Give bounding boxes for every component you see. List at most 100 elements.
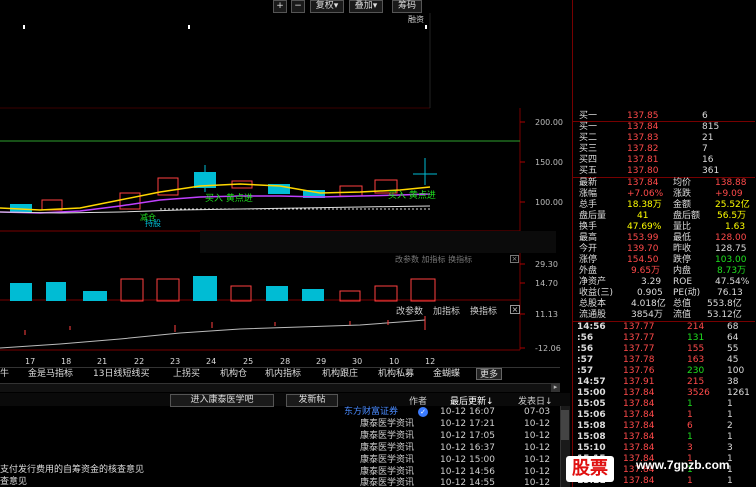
tick-count: 64 bbox=[727, 333, 739, 343]
watermark-logo: 股票 bbox=[566, 456, 614, 482]
order-vol: 815 bbox=[702, 122, 720, 132]
tab-indicator[interactable]: 机构私募 bbox=[378, 368, 414, 380]
news-updated: 10-12 15:00 bbox=[440, 455, 495, 465]
tick-price: 137.77 bbox=[623, 344, 655, 354]
quote-label: 总股本 bbox=[579, 299, 607, 309]
change-indicator-button[interactable]: 换指标 bbox=[470, 304, 497, 317]
order-price: 137.84 bbox=[627, 122, 659, 132]
quote-value: +9.09 bbox=[715, 189, 743, 199]
tick-count: 3 bbox=[727, 443, 733, 453]
quote-label: 外盘 bbox=[579, 266, 598, 276]
tab-indicator[interactable]: 机构仓 bbox=[220, 368, 247, 380]
quote-label: 净资产 bbox=[579, 277, 607, 287]
order-price: 137.81 bbox=[627, 155, 659, 165]
quote-label: 均价 bbox=[673, 178, 692, 188]
tick-count: 55 bbox=[727, 344, 739, 354]
tick-row: :57 137.76 230 100 bbox=[577, 366, 754, 377]
quote-label: PE(动) bbox=[673, 288, 701, 298]
scroll-right-icon[interactable]: ▸ bbox=[551, 383, 560, 392]
tick-count: 45 bbox=[727, 355, 739, 365]
date-label: 29 bbox=[316, 357, 327, 366]
quote-row: 外盘 9.65万 内盘 8.73万 bbox=[577, 266, 754, 277]
news-posted: 10-12 bbox=[524, 478, 551, 487]
news-author: 康泰医学资讯 bbox=[360, 419, 415, 429]
tab-indicator[interactable]: 上拐买 bbox=[173, 368, 200, 380]
order-vol: 361 bbox=[702, 166, 720, 176]
news-row[interactable]: 康泰医学资讯 10-12 17:21 10-12 bbox=[330, 418, 560, 430]
quote-value: 553.8亿 bbox=[707, 299, 742, 309]
news-row[interactable]: 东方财富证券 ✓ 10-12 16:07 07-03 bbox=[330, 406, 560, 418]
news-row[interactable]: 康泰医学资讯 10-12 14:55 10-12 bbox=[330, 477, 560, 487]
tab-more[interactable]: 更多 bbox=[476, 368, 503, 380]
quote-label: 总值 bbox=[673, 299, 692, 309]
hold-signal-label: 持股 bbox=[145, 219, 161, 228]
quote-row: 涨停 154.50 跌停 103.00 bbox=[577, 255, 754, 266]
add-indicator-button[interactable]: 加指标 bbox=[433, 304, 460, 317]
tick-count: 100 bbox=[727, 366, 745, 376]
tick-row: 15:05 137.84 1 1 bbox=[577, 399, 754, 410]
watermark-url: www.7gpzb.com bbox=[636, 458, 730, 472]
tick-volume: 214 bbox=[687, 322, 705, 332]
panel-close-icon[interactable]: × bbox=[510, 255, 519, 263]
enter-forum-button[interactable]: 进入康泰医学吧 bbox=[170, 394, 274, 407]
quote-value: 76.13 bbox=[717, 288, 743, 298]
news-author: 康泰医学资讯 bbox=[360, 478, 415, 487]
quote-row: 总股本 4.018亿 总值 553.8亿 bbox=[577, 299, 754, 310]
tick-time: 15:08 bbox=[577, 432, 606, 442]
tab-indicator[interactable]: 机构跟庄 bbox=[322, 368, 358, 380]
tick-price: 137.78 bbox=[623, 355, 655, 365]
date-label: 18 bbox=[61, 357, 72, 366]
quote-label: 总手 bbox=[579, 200, 598, 210]
order-row: 买四 137.81 16 bbox=[577, 155, 754, 166]
quote-value: 128.75 bbox=[715, 244, 747, 254]
tick-price: 137.84 bbox=[623, 443, 655, 453]
tab-indicator[interactable]: 13日线短线买 bbox=[93, 368, 149, 380]
modify-params-button[interactable]: 改参数 bbox=[396, 304, 423, 317]
tick-count: 2 bbox=[727, 421, 733, 431]
quote-value: 139.70 bbox=[627, 244, 659, 254]
quote-value: 47.54% bbox=[715, 277, 750, 287]
quote-row: 总手 18.38万 金额 25.52亿 bbox=[577, 200, 754, 211]
quote-row: 涨幅 +7.06% 涨跌 +9.09 bbox=[577, 189, 754, 200]
tick-time: 15:05 bbox=[577, 399, 606, 409]
quote-label: 收益(三) bbox=[579, 288, 614, 298]
date-label: 25 bbox=[243, 357, 254, 366]
news-updated: 10-12 16:07 bbox=[440, 407, 495, 417]
news-author: 东方财富证券 bbox=[344, 407, 399, 417]
quote-value: 0.905 bbox=[637, 288, 663, 298]
quote-label: ROE bbox=[673, 277, 693, 287]
news-posted: 10-12 bbox=[524, 443, 551, 453]
news-row[interactable]: 康泰医学资讯 10-12 15:00 10-12 bbox=[330, 454, 560, 466]
close-icon[interactable]: × bbox=[510, 305, 520, 314]
quote-label: 金额 bbox=[673, 200, 692, 210]
quote-label: 涨跌 bbox=[673, 189, 692, 199]
price-axis-label: 100.00 bbox=[535, 198, 563, 207]
quote-value: 9.65万 bbox=[631, 266, 661, 276]
tick-row: 15:00 137.84 3526 1261 bbox=[577, 388, 754, 399]
tick-time: :57 bbox=[577, 366, 594, 376]
tick-volume: 1 bbox=[687, 432, 693, 442]
tick-time: 15:08 bbox=[577, 421, 606, 431]
scroll-thumb[interactable] bbox=[561, 410, 569, 440]
tab-indicator[interactable]: 机内指标 bbox=[265, 368, 301, 380]
tick-count: 68 bbox=[727, 322, 739, 332]
quote-value: 1.63 bbox=[725, 222, 746, 232]
tick-time: :57 bbox=[577, 355, 594, 365]
indicator-spikes bbox=[24, 316, 426, 335]
tick-row: 15:10 137.84 3 3 bbox=[577, 443, 754, 454]
tick-time: 15:10 bbox=[577, 443, 606, 453]
tab-indicator[interactable]: 牛 bbox=[0, 368, 9, 380]
buy-signal-label: 买入 黄点进 bbox=[388, 191, 436, 201]
order-label: 买三 bbox=[579, 144, 598, 154]
quote-label: 今开 bbox=[579, 244, 598, 254]
quote-row: 流通股 3854万 流值 53.12亿 bbox=[577, 310, 754, 321]
date-label: 28 bbox=[280, 357, 291, 366]
order-vol: 21 bbox=[702, 133, 714, 143]
news-row[interactable]: 康泰医学资讯 10-12 16:37 10-12 bbox=[330, 442, 560, 454]
news-row[interactable]: 康泰医学资讯 10-12 17:05 10-12 bbox=[330, 430, 560, 442]
horizontal-scrollbar[interactable] bbox=[0, 383, 560, 392]
news-title[interactable]: 查意见 bbox=[0, 474, 27, 487]
tab-indicator[interactable]: 金是马指标 bbox=[28, 368, 73, 380]
tab-indicator[interactable]: 金蝴蝶 bbox=[433, 368, 460, 380]
quote-label: 换手 bbox=[579, 222, 598, 232]
